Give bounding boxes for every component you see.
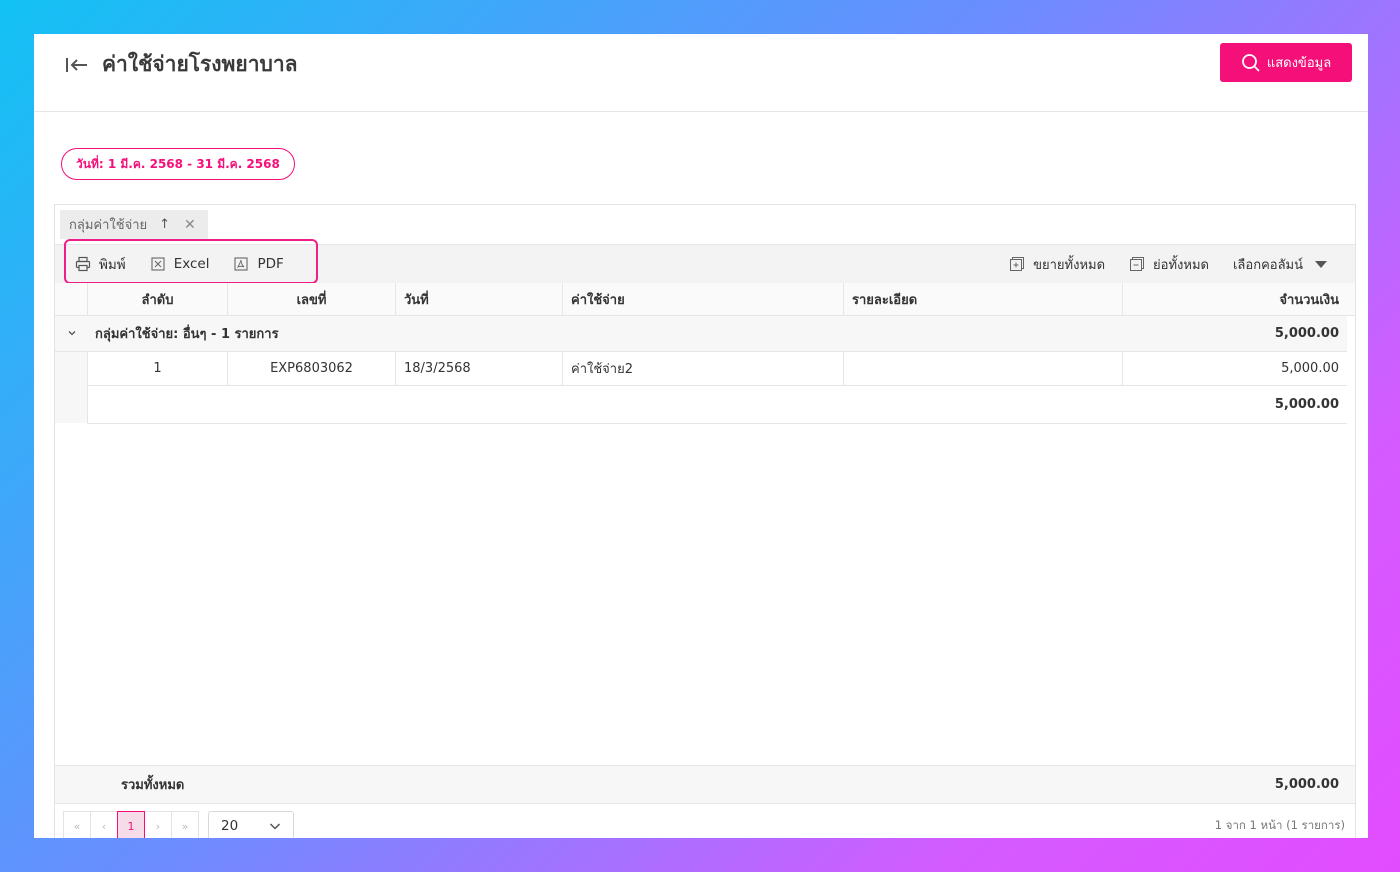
page-button-current[interactable]: 1 [117,811,145,838]
sort-ascending-icon[interactable]: ↑ [159,217,170,232]
last-page-button[interactable]: » [171,811,199,838]
group-chip-label: กลุ่มค่าใช้จ่าย [69,218,148,233]
cell-expense: ค่าใช้จ่าย2 [562,352,843,385]
page-title: ค่าใช้จ่ายโรงพยาบาล [102,52,298,76]
page-header: ค่าใช้จ่ายโรงพยาบาล แสดงข้อมูล [34,34,1368,112]
prev-page-button[interactable]: ‹ [90,811,118,838]
expand-all-button[interactable]: ขยายทั้งหมด [1009,254,1105,275]
column-header-detail[interactable]: รายละเอียด [843,283,1122,315]
show-data-button[interactable]: แสดงข้อมูล [1220,43,1352,82]
date-range-filter[interactable]: วันที่: 1 มี.ค. 2568 - 31 มี.ค. 2568 [61,148,295,180]
cell-order: 1 [87,352,227,385]
page-size-value: 20 [221,818,239,834]
print-button[interactable]: พิมพ์ [75,253,126,275]
grand-total-amount: 5,000.00 [1274,777,1339,792]
pdf-icon [234,257,249,271]
column-header-number[interactable]: เลขที่ [227,283,395,315]
collapse-all-button[interactable]: ย่อทั้งหมด [1129,254,1209,275]
group-panel: กลุ่มค่าใช้จ่าย ↑ ✕ [55,205,1355,244]
search-icon [1241,53,1260,72]
data-grid: กลุ่มค่าใช้จ่าย ↑ ✕ พิมพ์ Excel PDF ขยาย… [54,204,1356,838]
pdf-label: PDF [257,256,284,272]
collapse-icon [1130,257,1145,271]
back-arrow-icon[interactable] [64,54,90,76]
page-size-select[interactable]: 20 [208,811,294,838]
group-subtotal-amount: 5,000.00 [87,386,1347,423]
cell-amount: 5,000.00 [1122,352,1347,385]
first-page-button[interactable]: « [63,811,91,838]
excel-export-button[interactable]: Excel [150,256,210,272]
cell-number: EXP6803062 [227,352,395,385]
pdf-export-button[interactable]: PDF [233,256,284,272]
expand-icon [1010,257,1025,271]
excel-label: Excel [173,256,210,272]
table-row[interactable]: 1 EXP6803062 18/3/2568 ค่าใช้จ่าย2 5,000… [87,352,1347,386]
grand-total-label: รวมทั้งหมด [121,778,185,793]
chevron-down-icon[interactable] [67,328,77,338]
group-chip[interactable]: กลุ่มค่าใช้จ่าย ↑ ✕ [60,210,208,239]
pagination-info: 1 จาก 1 หน้า (1 รายการ) [1214,818,1345,832]
show-data-label: แสดงข้อมูล [1266,56,1332,71]
next-page-button[interactable]: › [144,811,172,838]
excel-icon [151,257,165,271]
group-indent [55,352,87,423]
column-chooser-label: เลือกคอลัมน์ [1232,257,1303,273]
collapse-all-label: ย่อทั้งหมด [1153,257,1209,273]
group-subtotal-row: 5,000.00 [87,386,1347,424]
column-header-expense[interactable]: ค่าใช้จ่าย [562,283,843,315]
group-row[interactable]: กลุ่มค่าใช้จ่าย: อื่นๆ - 1 รายการ 5,000.… [55,316,1347,352]
chevron-down-icon [269,823,281,830]
cell-detail [843,352,1122,385]
column-header-date[interactable]: วันที่ [395,283,562,315]
column-header-amount[interactable]: จำนวนเงิน [1122,283,1347,315]
pagination: « ‹ 1 › » [63,811,199,838]
caret-down-icon [1315,260,1327,268]
cell-date: 18/3/2568 [395,352,562,385]
app-window: ค่าใช้จ่ายโรงพยาบาล แสดงข้อมูล วันที่: 1… [34,34,1368,838]
column-chooser-button[interactable]: เลือกคอลัมน์ [1233,254,1327,275]
close-icon[interactable]: ✕ [184,217,196,233]
print-label: พิมพ์ [99,257,126,273]
group-row-amount: 5,000.00 [1274,326,1339,341]
column-header-order[interactable]: ลำดับ [87,283,227,315]
grand-total-row: รวมทั้งหมด 5,000.00 [55,765,1355,804]
column-header-row: ลำดับ เลขที่ วันที่ ค่าใช้จ่าย รายละเอีย… [55,283,1355,316]
grid-toolbar: พิมพ์ Excel PDF ขยายทั้งหมด ย่อทั้งหมด เ… [55,244,1355,284]
group-row-label: กลุ่มค่าใช้จ่าย: อื่นๆ - 1 รายการ [95,327,279,342]
printer-icon [75,256,91,272]
expand-all-label: ขยายทั้งหมด [1033,257,1106,273]
